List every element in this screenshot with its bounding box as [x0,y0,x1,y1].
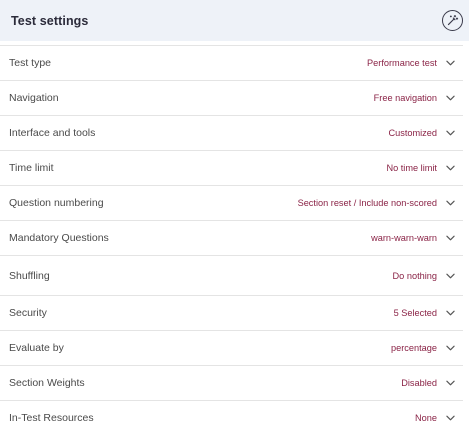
chevron-down-icon[interactable] [446,59,455,68]
magic-wand-icon [447,15,459,26]
setting-row-section-weights[interactable]: Section Weights Disabled [0,365,463,400]
panel-title: Test settings [11,13,89,28]
setting-row-mandatory-questions[interactable]: Mandatory Questions warn-warn-warn [0,220,463,255]
setting-label: Section Weights [9,377,85,389]
setting-value: Disabled [401,378,437,388]
setting-label: Time limit [9,162,54,174]
test-settings-panel: Test settings Test type Performance test… [0,0,469,436]
setting-value: percentage [391,343,437,353]
setting-value: Customized [388,128,437,138]
setting-row-navigation[interactable]: Navigation Free navigation [0,80,463,115]
setting-value: Free navigation [373,93,437,103]
panel-header: Test settings [0,0,469,41]
chevron-down-icon[interactable] [446,344,455,353]
setting-value: Do nothing [392,270,437,281]
chevron-down-icon[interactable] [446,164,455,173]
setting-label: Question numbering [9,197,104,209]
setting-row-evaluate-by[interactable]: Evaluate by percentage [0,330,463,365]
magic-wand-button[interactable] [442,10,463,31]
setting-row-time-limit[interactable]: Time limit No time limit [0,150,463,185]
setting-label: Navigation [9,92,59,104]
chevron-down-icon[interactable] [446,379,455,388]
setting-value: No time limit [386,163,437,173]
setting-row-shuffling[interactable]: Shuffling Do nothing [0,255,463,295]
setting-value: None [415,413,437,423]
setting-row-interface-and-tools[interactable]: Interface and tools Customized [0,115,463,150]
chevron-down-icon[interactable] [446,309,455,318]
setting-value: Performance test [367,58,437,68]
setting-value: Section reset / Include non-scored [297,198,437,208]
settings-list: Test type Performance test Navigation Fr… [0,45,469,435]
chevron-down-icon[interactable] [446,199,455,208]
setting-label: Evaluate by [9,342,64,354]
setting-row-question-numbering[interactable]: Question numbering Section reset / Inclu… [0,185,463,220]
setting-value: warn-warn-warn [371,233,437,243]
setting-label: Mandatory Questions [9,232,109,244]
setting-label: In-Test Resources [9,412,94,424]
setting-row-security[interactable]: Security 5 Selected [0,295,463,330]
chevron-down-icon[interactable] [446,414,455,423]
setting-label: Test type [9,57,52,69]
setting-row-test-type[interactable]: Test type Performance test [0,45,463,80]
chevron-down-icon[interactable] [446,234,455,243]
chevron-down-icon[interactable] [446,94,455,103]
setting-label: Shuffling [9,269,50,282]
chevron-down-icon[interactable] [446,271,455,280]
setting-label: Interface and tools [9,127,96,139]
setting-row-in-test-resources[interactable]: In-Test Resources None [0,400,463,435]
chevron-down-icon[interactable] [446,129,455,138]
setting-label: Security [9,307,47,319]
setting-value: 5 Selected [393,308,437,318]
